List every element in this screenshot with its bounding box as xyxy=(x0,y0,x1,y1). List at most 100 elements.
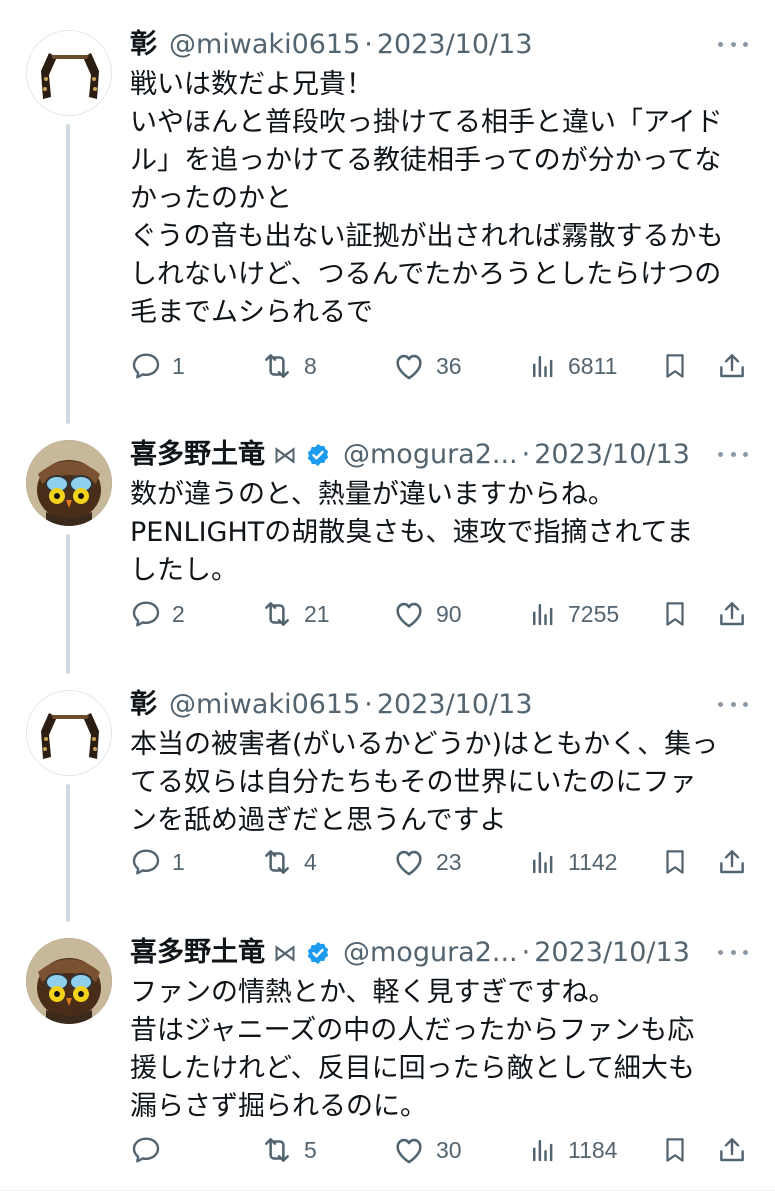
tweet-text-line: PENLIGHTの胡散臭さも、速攻で指摘されてま xyxy=(130,517,694,548)
like-button[interactable]: 90 xyxy=(392,594,462,634)
timestamp[interactable]: 2023/10/13 xyxy=(534,434,690,476)
timestamp[interactable]: 2023/10/13 xyxy=(377,684,533,726)
share-upload-icon xyxy=(716,598,748,630)
retweet-button[interactable]: 5 xyxy=(260,1130,317,1170)
avatar[interactable] xyxy=(26,690,112,776)
more-dots-icon[interactable] xyxy=(718,942,748,962)
share-upload-icon xyxy=(716,1134,748,1166)
views-button[interactable]: 6811 xyxy=(528,346,617,386)
tweet-text-line: ンを舐め過ぎだと思うんですよ xyxy=(130,805,507,836)
separator-dot: · xyxy=(364,29,373,60)
view-count: 6811 xyxy=(568,352,618,379)
tweet-text-line: 昔はジャニーズの中の人だったからファンも応 xyxy=(130,1015,695,1046)
view-count: 1142 xyxy=(568,848,618,875)
tweet-header: 彰 @miwaki0615 · 2023/10/13 xyxy=(130,684,730,726)
retweet-button[interactable]: 21 xyxy=(260,594,330,634)
share-button[interactable] xyxy=(716,346,748,386)
timestamp[interactable]: 2023/10/13 xyxy=(377,24,533,66)
separator-dot: · xyxy=(521,439,531,470)
tweet[interactable]: 喜多野土竜 ⋈ @mogura2... · 2023/10/13 ファンの情熱と… xyxy=(0,908,775,1190)
avatar[interactable] xyxy=(26,440,112,526)
tweet-text-line: 漏らさず掘られるのに。 xyxy=(130,1091,427,1122)
display-name[interactable]: 喜多野土竜 xyxy=(130,434,265,476)
speech-bubble-icon xyxy=(130,846,162,878)
bar-chart-icon xyxy=(528,599,558,629)
heart-icon xyxy=(392,845,426,879)
bookmark-button[interactable] xyxy=(660,346,690,386)
views-button[interactable]: 7255 xyxy=(528,594,619,634)
bar-chart-icon xyxy=(528,847,558,877)
tweet-text-line: いやほんと普段吹っ掛けてる相手と違い「アイド xyxy=(130,107,723,138)
speech-bubble-icon xyxy=(130,1134,162,1166)
tweet-actions: 1 8 36 6811 xyxy=(0,346,775,386)
tweet-header: 喜多野土竜 ⋈ @mogura2... · 2023/10/13 xyxy=(130,434,730,476)
tweet-text-line: 毛までムシられるで xyxy=(130,297,373,328)
like-count: 90 xyxy=(436,600,462,627)
tweet-text: ファンの情熱とか、軽く見すぎですね。 昔はジャニーズの中の人だったからファンも応… xyxy=(130,974,760,1126)
more-dots-icon[interactable] xyxy=(718,694,748,714)
bookmark-button[interactable] xyxy=(660,594,690,634)
like-button[interactable]: 23 xyxy=(392,842,462,882)
reply-count: 2 xyxy=(172,600,185,627)
retweet-button[interactable]: 8 xyxy=(260,346,317,386)
tweet-header: 彰 @miwaki0615 · 2023/10/13 xyxy=(130,24,730,66)
tweet-actions: 2 21 90 7255 xyxy=(0,594,775,634)
like-count: 30 xyxy=(436,1136,462,1163)
tweet[interactable]: 彰 @miwaki0615 · 2023/10/13 戦いは数だよ兄貴！ いやほ… xyxy=(0,0,775,424)
tweet[interactable]: 彰 @miwaki0615 · 2023/10/13 本当の被害者(がいるかどう… xyxy=(0,660,775,922)
reply-button[interactable]: 1 xyxy=(130,842,185,882)
reply-button[interactable]: 2 xyxy=(130,594,185,634)
tweet[interactable]: 喜多野土竜 ⋈ @mogura2... · 2023/10/13 数が違うのと、… xyxy=(0,410,775,674)
share-button[interactable] xyxy=(716,594,748,634)
tweet-text-line: 本当の被害者(がいるかどうか)はともかく、集っ xyxy=(130,729,719,760)
glasses-avatar-image xyxy=(27,31,112,116)
display-name[interactable]: 喜多野土竜 xyxy=(130,932,265,974)
retweet-count: 5 xyxy=(304,1136,317,1163)
retweet-arrows-icon xyxy=(260,349,294,383)
avatar[interactable] xyxy=(26,938,112,1024)
bar-chart-icon xyxy=(528,1135,558,1165)
retweet-arrows-icon xyxy=(260,597,294,631)
tweet-header: 喜多野土竜 ⋈ @mogura2... · 2023/10/13 xyxy=(130,932,730,974)
handle[interactable]: @miwaki0615 xyxy=(169,684,360,726)
heart-icon xyxy=(392,1133,426,1167)
display-name[interactable]: 彰 xyxy=(130,24,157,66)
tweet-actions: 5 30 1184 xyxy=(0,1130,775,1170)
like-button[interactable]: 36 xyxy=(392,346,462,386)
reply-count: 1 xyxy=(172,352,185,379)
heart-icon xyxy=(392,597,426,631)
tweet-text-line: ル」を追っかけてる教徒相手ってのが分かってな xyxy=(130,145,722,176)
view-count: 1184 xyxy=(568,1136,618,1163)
reply-button[interactable]: 1 xyxy=(130,346,185,386)
tweet-text-line: ぐうの音も出ない証拠が出されれば霧散するかも xyxy=(130,221,724,252)
handle[interactable]: @miwaki0615 xyxy=(169,24,360,66)
share-button[interactable] xyxy=(716,842,748,882)
bowtie-icon: ⋈ xyxy=(273,441,297,469)
share-button[interactable] xyxy=(716,1130,748,1170)
handle[interactable]: @mogura2... xyxy=(343,932,518,974)
retweet-button[interactable]: 4 xyxy=(260,842,317,882)
verified-check-icon xyxy=(305,940,331,966)
handle[interactable]: @mogura2... xyxy=(343,434,518,476)
speech-bubble-icon xyxy=(130,350,162,382)
bookmark-icon xyxy=(660,847,690,877)
views-button[interactable]: 1184 xyxy=(528,1130,617,1170)
like-button[interactable]: 30 xyxy=(392,1130,462,1170)
views-button[interactable]: 1142 xyxy=(528,842,617,882)
bookmark-button[interactable] xyxy=(660,842,690,882)
bowtie-icon: ⋈ xyxy=(273,939,297,967)
display-name[interactable]: 彰 xyxy=(130,684,157,726)
timestamp[interactable]: 2023/10/13 xyxy=(534,932,690,974)
bookmark-icon xyxy=(660,599,690,629)
like-count: 23 xyxy=(436,848,462,875)
avatar[interactable] xyxy=(26,30,112,116)
more-dots-icon[interactable] xyxy=(718,444,748,464)
tweet-text: 数が違うのと、熱量が違いますからね。 PENLIGHTの胡散臭さも、速攻で指摘さ… xyxy=(130,476,760,590)
tweet-text-line: したし。 xyxy=(130,555,238,586)
bookmark-button[interactable] xyxy=(660,1130,690,1170)
more-dots-icon[interactable] xyxy=(718,34,748,54)
tweet-text-line: 数が違うのと、熱量が違いますからね。 xyxy=(130,479,615,510)
tweet-text-line: ファンの情熱とか、軽く見すぎですね。 xyxy=(130,977,616,1008)
tweet-text-line: てる奴らは自分たちもその世界にいたのにファ xyxy=(130,767,697,798)
reply-button[interactable] xyxy=(130,1130,172,1170)
